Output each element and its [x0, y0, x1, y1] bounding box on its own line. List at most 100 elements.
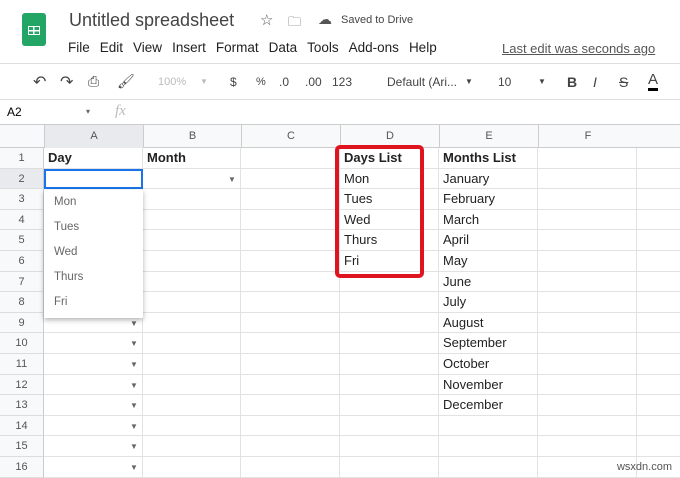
cell-C7[interactable]: [241, 271, 340, 293]
cell-B12[interactable]: [143, 374, 241, 396]
cell-D11[interactable]: [340, 354, 439, 375]
column-header-F[interactable]: F: [538, 125, 637, 148]
currency-button[interactable]: $: [230, 75, 237, 89]
cell-B1[interactable]: Month: [143, 148, 241, 169]
font-size-select[interactable]: 10: [498, 75, 511, 89]
row-header-16[interactable]: 16: [0, 457, 44, 478]
cell-C6[interactable]: [241, 251, 340, 272]
cell-A12[interactable]: [44, 374, 143, 396]
cell-G11[interactable]: [637, 354, 680, 375]
cell-C5[interactable]: [241, 230, 340, 251]
cell-G14[interactable]: [637, 416, 680, 437]
menu-data[interactable]: Data: [269, 40, 298, 55]
cell-B4[interactable]: [143, 209, 241, 231]
cell-B6[interactable]: [143, 251, 241, 272]
cell-G2[interactable]: [637, 169, 680, 190]
decrease-decimal-button[interactable]: .0: [279, 75, 289, 89]
row-header-3[interactable]: 3: [0, 189, 44, 210]
dropdown-arrow-icon[interactable]: ▼: [130, 463, 138, 472]
row-header-10[interactable]: 10: [0, 333, 44, 354]
cell-B15[interactable]: [143, 436, 241, 457]
cell-F10[interactable]: [538, 333, 637, 354]
cell-C4[interactable]: [241, 209, 340, 231]
redo-icon[interactable]: ↷: [60, 72, 73, 92]
cell-G12[interactable]: [637, 375, 680, 396]
row-header-8[interactable]: 8: [0, 292, 44, 313]
row-header-12[interactable]: 12: [0, 374, 44, 396]
cell-A10[interactable]: [44, 333, 143, 354]
dropdown-option-tues[interactable]: Tues: [44, 215, 143, 240]
row-header-14[interactable]: 14: [0, 415, 44, 437]
cell-F4[interactable]: [538, 209, 637, 231]
cell-E7[interactable]: June: [439, 271, 538, 293]
cell-B8[interactable]: [143, 292, 241, 313]
cell-E4[interactable]: March: [439, 209, 538, 231]
cell-G10[interactable]: [637, 333, 680, 354]
row-header-13[interactable]: 13: [0, 395, 44, 416]
row-header-2[interactable]: 2: [0, 168, 44, 190]
cell-F13[interactable]: [538, 395, 637, 416]
menu-tools[interactable]: Tools: [307, 40, 339, 55]
star-icon[interactable]: ☆: [260, 11, 273, 29]
cell-E9[interactable]: August: [439, 312, 538, 334]
cell-B9[interactable]: [143, 312, 241, 334]
font-select[interactable]: Default (Ari...: [387, 75, 457, 89]
column-header-B[interactable]: B: [143, 125, 241, 148]
dropdown-option-thurs[interactable]: Thurs: [44, 265, 143, 290]
cell-A1[interactable]: Day: [44, 148, 143, 169]
cell-A14[interactable]: [44, 415, 143, 437]
menu-edit[interactable]: Edit: [100, 40, 123, 55]
dropdown-option-fri[interactable]: Fri: [44, 290, 143, 315]
cell-A11[interactable]: [44, 354, 143, 375]
cell-E12[interactable]: November: [439, 374, 538, 396]
cell-F1[interactable]: [538, 148, 637, 169]
number-format-button[interactable]: 123: [332, 75, 352, 89]
cell-C13[interactable]: [241, 395, 340, 416]
cell-C15[interactable]: [241, 436, 340, 457]
cell-C14[interactable]: [241, 415, 340, 437]
dropdown-option-wed[interactable]: Wed: [44, 240, 143, 265]
cell-E6[interactable]: May: [439, 251, 538, 272]
dropdown-arrow-icon[interactable]: ▼: [130, 442, 138, 451]
active-cell-A2[interactable]: [44, 168, 143, 190]
cell-A13[interactable]: [44, 395, 143, 416]
cell-D15[interactable]: [340, 436, 439, 457]
cell-F15[interactable]: [538, 436, 637, 457]
cell-C1[interactable]: [241, 148, 340, 169]
dropdown-arrow-icon[interactable]: ▼: [130, 339, 138, 348]
cell-D13[interactable]: [340, 395, 439, 416]
row-header-11[interactable]: 11: [0, 354, 44, 375]
dropdown-arrow-icon[interactable]: ▼: [130, 381, 138, 390]
cell-A16[interactable]: [44, 457, 143, 478]
italic-button[interactable]: I: [593, 74, 597, 90]
percent-button[interactable]: %: [256, 76, 266, 88]
cell-E16[interactable]: [439, 457, 538, 478]
cell-F9[interactable]: [538, 312, 637, 334]
paint-format-icon[interactable]: 🖌: [117, 73, 135, 90]
row-header-15[interactable]: 15: [0, 436, 44, 457]
cell-F5[interactable]: [538, 230, 637, 251]
column-header-E[interactable]: E: [439, 125, 538, 148]
column-header-C[interactable]: C: [241, 125, 340, 148]
cell-F6[interactable]: [538, 251, 637, 272]
menu-view[interactable]: View: [133, 40, 162, 55]
cell-B2[interactable]: [143, 168, 241, 190]
cell-C16[interactable]: [241, 457, 340, 478]
cell-E13[interactable]: December: [439, 395, 538, 416]
print-icon[interactable]: ⎙: [88, 73, 99, 90]
sheets-logo[interactable]: [22, 13, 46, 46]
cell-F7[interactable]: [538, 271, 637, 293]
cell-G4[interactable]: [637, 210, 680, 231]
cell-A15[interactable]: [44, 436, 143, 457]
doc-title[interactable]: Untitled spreadsheet: [69, 10, 234, 31]
cell-E10[interactable]: September: [439, 333, 538, 354]
row-header-4[interactable]: 4: [0, 209, 44, 231]
row-header-9[interactable]: 9: [0, 312, 44, 334]
cell-C11[interactable]: [241, 354, 340, 375]
undo-icon[interactable]: ↶: [33, 72, 46, 92]
cell-G5[interactable]: [637, 230, 680, 251]
dropdown-arrow-icon[interactable]: ▼: [130, 401, 138, 410]
cell-B13[interactable]: [143, 395, 241, 416]
cell-C12[interactable]: [241, 374, 340, 396]
cell-D9[interactable]: [340, 312, 439, 334]
